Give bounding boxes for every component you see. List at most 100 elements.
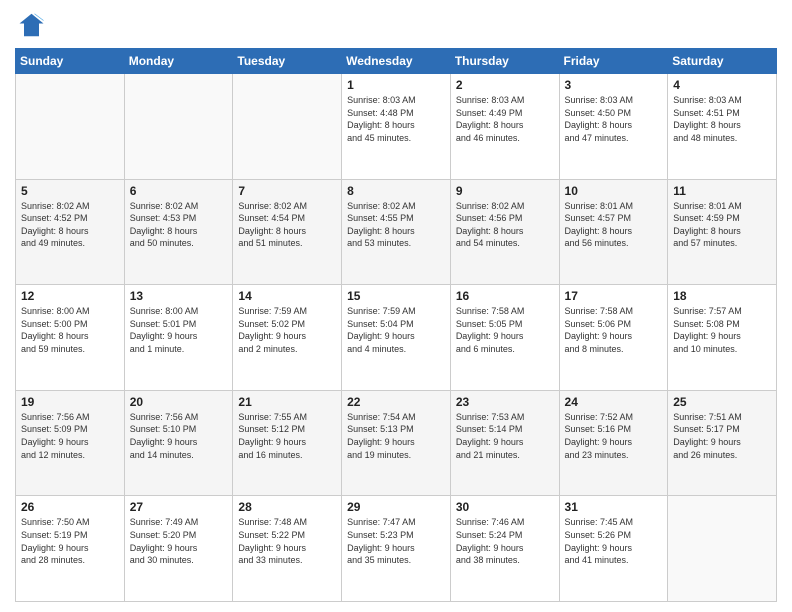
- day-number: 1: [347, 78, 445, 92]
- day-info: Sunrise: 8:03 AM Sunset: 4:51 PM Dayligh…: [673, 94, 771, 144]
- day-number: 3: [565, 78, 663, 92]
- day-cell: [16, 74, 125, 180]
- day-info: Sunrise: 7:51 AM Sunset: 5:17 PM Dayligh…: [673, 411, 771, 461]
- day-info: Sunrise: 8:03 AM Sunset: 4:50 PM Dayligh…: [565, 94, 663, 144]
- weekday-header-friday: Friday: [559, 49, 668, 74]
- day-info: Sunrise: 8:03 AM Sunset: 4:48 PM Dayligh…: [347, 94, 445, 144]
- day-number: 30: [456, 500, 554, 514]
- day-info: Sunrise: 7:59 AM Sunset: 5:02 PM Dayligh…: [238, 305, 336, 355]
- day-cell: 26 Sunrise: 7:50 AM Sunset: 5:19 PM Dayli…: [16, 496, 125, 602]
- week-row-1: 1 Sunrise: 8:03 AM Sunset: 4:48 PM Daylig…: [16, 74, 777, 180]
- day-number: 4: [673, 78, 771, 92]
- day-number: 24: [565, 395, 663, 409]
- day-info: Sunrise: 8:01 AM Sunset: 4:57 PM Dayligh…: [565, 200, 663, 250]
- day-number: 16: [456, 289, 554, 303]
- day-cell: 16 Sunrise: 7:58 AM Sunset: 5:05 PM Dayli…: [450, 285, 559, 391]
- day-info: Sunrise: 8:02 AM Sunset: 4:54 PM Dayligh…: [238, 200, 336, 250]
- day-info: Sunrise: 7:46 AM Sunset: 5:24 PM Dayligh…: [456, 516, 554, 566]
- day-info: Sunrise: 7:45 AM Sunset: 5:26 PM Dayligh…: [565, 516, 663, 566]
- day-cell: 10 Sunrise: 8:01 AM Sunset: 4:57 PM Dayli…: [559, 179, 668, 285]
- day-number: 15: [347, 289, 445, 303]
- header: [15, 10, 777, 40]
- day-number: 18: [673, 289, 771, 303]
- weekday-header-row: SundayMondayTuesdayWednesdayThursdayFrid…: [16, 49, 777, 74]
- day-info: Sunrise: 7:52 AM Sunset: 5:16 PM Dayligh…: [565, 411, 663, 461]
- day-cell: 12Sunrise: 8:00 AM Sunset: 5:00 PM Dayli…: [16, 285, 125, 391]
- day-number: 26: [21, 500, 119, 514]
- day-number: 17: [565, 289, 663, 303]
- day-cell: 17 Sunrise: 7:58 AM Sunset: 5:06 PM Dayli…: [559, 285, 668, 391]
- day-cell: 27 Sunrise: 7:49 AM Sunset: 5:20 PM Dayli…: [124, 496, 233, 602]
- day-info: Sunrise: 8:03 AM Sunset: 4:49 PM Dayligh…: [456, 94, 554, 144]
- day-cell: 6 Sunrise: 8:02 AM Sunset: 4:53 PM Daylig…: [124, 179, 233, 285]
- day-info: Sunrise: 7:53 AM Sunset: 5:14 PM Dayligh…: [456, 411, 554, 461]
- day-cell: 8 Sunrise: 8:02 AM Sunset: 4:55 PM Daylig…: [342, 179, 451, 285]
- day-info: Sunrise: 8:02 AM Sunset: 4:56 PM Dayligh…: [456, 200, 554, 250]
- day-info: Sunrise: 8:02 AM Sunset: 4:53 PM Dayligh…: [130, 200, 228, 250]
- day-cell: 25 Sunrise: 7:51 AM Sunset: 5:17 PM Dayli…: [668, 390, 777, 496]
- day-info: Sunrise: 7:47 AM Sunset: 5:23 PM Dayligh…: [347, 516, 445, 566]
- day-cell: 2 Sunrise: 8:03 AM Sunset: 4:49 PM Daylig…: [450, 74, 559, 180]
- day-number: 13: [130, 289, 228, 303]
- day-info: Sunrise: 8:02 AM Sunset: 4:55 PM Dayligh…: [347, 200, 445, 250]
- day-cell: 21Sunrise: 7:55 AM Sunset: 5:12 PM Dayli…: [233, 390, 342, 496]
- day-info: Sunrise: 7:49 AM Sunset: 5:20 PM Dayligh…: [130, 516, 228, 566]
- day-cell: 28 Sunrise: 7:48 AM Sunset: 5:22 PM Dayli…: [233, 496, 342, 602]
- day-info: Sunrise: 8:00 AM Sunset: 5:01 PM Dayligh…: [130, 305, 228, 355]
- day-number: 29: [347, 500, 445, 514]
- day-cell: 13 Sunrise: 8:00 AM Sunset: 5:01 PM Dayli…: [124, 285, 233, 391]
- day-number: 31: [565, 500, 663, 514]
- day-number: 28: [238, 500, 336, 514]
- day-info: Sunrise: 7:57 AM Sunset: 5:08 PM Dayligh…: [673, 305, 771, 355]
- weekday-header-sunday: Sunday: [16, 49, 125, 74]
- week-row-5: 26 Sunrise: 7:50 AM Sunset: 5:19 PM Dayli…: [16, 496, 777, 602]
- day-info: Sunrise: 7:48 AM Sunset: 5:22 PM Dayligh…: [238, 516, 336, 566]
- day-info: Sunrise: 7:56 AM Sunset: 5:10 PM Dayligh…: [130, 411, 228, 461]
- day-cell: 24 Sunrise: 7:52 AM Sunset: 5:16 PM Dayli…: [559, 390, 668, 496]
- day-number: 21: [238, 395, 336, 409]
- day-number: 5: [21, 184, 119, 198]
- weekday-header-tuesday: Tuesday: [233, 49, 342, 74]
- day-info: Sunrise: 7:54 AM Sunset: 5:13 PM Dayligh…: [347, 411, 445, 461]
- day-number: 2: [456, 78, 554, 92]
- day-info: Sunrise: 7:58 AM Sunset: 5:05 PM Dayligh…: [456, 305, 554, 355]
- day-cell: 5 Sunrise: 8:02 AM Sunset: 4:52 PM Daylig…: [16, 179, 125, 285]
- day-number: 20: [130, 395, 228, 409]
- week-row-3: 12Sunrise: 8:00 AM Sunset: 5:00 PM Dayli…: [16, 285, 777, 391]
- day-number: 11: [673, 184, 771, 198]
- calendar-table: SundayMondayTuesdayWednesdayThursdayFrid…: [15, 48, 777, 602]
- weekday-header-wednesday: Wednesday: [342, 49, 451, 74]
- day-info: Sunrise: 7:50 AM Sunset: 5:19 PM Dayligh…: [21, 516, 119, 566]
- day-cell: 22 Sunrise: 7:54 AM Sunset: 5:13 PM Dayli…: [342, 390, 451, 496]
- day-number: 8: [347, 184, 445, 198]
- day-number: 6: [130, 184, 228, 198]
- day-number: 23: [456, 395, 554, 409]
- day-cell: 9 Sunrise: 8:02 AM Sunset: 4:56 PM Daylig…: [450, 179, 559, 285]
- week-row-4: 19Sunrise: 7:56 AM Sunset: 5:09 PM Dayli…: [16, 390, 777, 496]
- day-cell: [124, 74, 233, 180]
- week-row-2: 5 Sunrise: 8:02 AM Sunset: 4:52 PM Daylig…: [16, 179, 777, 285]
- logo-icon: [15, 10, 45, 40]
- day-number: 12: [21, 289, 119, 303]
- day-cell: [668, 496, 777, 602]
- page: SundayMondayTuesdayWednesdayThursdayFrid…: [0, 0, 792, 612]
- day-info: Sunrise: 8:02 AM Sunset: 4:52 PM Dayligh…: [21, 200, 119, 250]
- day-cell: 30 Sunrise: 7:46 AM Sunset: 5:24 PM Dayli…: [450, 496, 559, 602]
- day-number: 10: [565, 184, 663, 198]
- day-cell: 15 Sunrise: 7:59 AM Sunset: 5:04 PM Dayli…: [342, 285, 451, 391]
- day-number: 22: [347, 395, 445, 409]
- day-cell: 1 Sunrise: 8:03 AM Sunset: 4:48 PM Daylig…: [342, 74, 451, 180]
- day-info: Sunrise: 7:58 AM Sunset: 5:06 PM Dayligh…: [565, 305, 663, 355]
- day-cell: 7Sunrise: 8:02 AM Sunset: 4:54 PM Daylig…: [233, 179, 342, 285]
- day-cell: 4 Sunrise: 8:03 AM Sunset: 4:51 PM Daylig…: [668, 74, 777, 180]
- day-number: 25: [673, 395, 771, 409]
- day-cell: 20 Sunrise: 7:56 AM Sunset: 5:10 PM Dayli…: [124, 390, 233, 496]
- day-number: 9: [456, 184, 554, 198]
- logo: [15, 10, 49, 40]
- day-cell: 23 Sunrise: 7:53 AM Sunset: 5:14 PM Dayli…: [450, 390, 559, 496]
- day-number: 27: [130, 500, 228, 514]
- day-number: 19: [21, 395, 119, 409]
- day-info: Sunrise: 7:59 AM Sunset: 5:04 PM Dayligh…: [347, 305, 445, 355]
- weekday-header-thursday: Thursday: [450, 49, 559, 74]
- day-cell: 11Sunrise: 8:01 AM Sunset: 4:59 PM Dayli…: [668, 179, 777, 285]
